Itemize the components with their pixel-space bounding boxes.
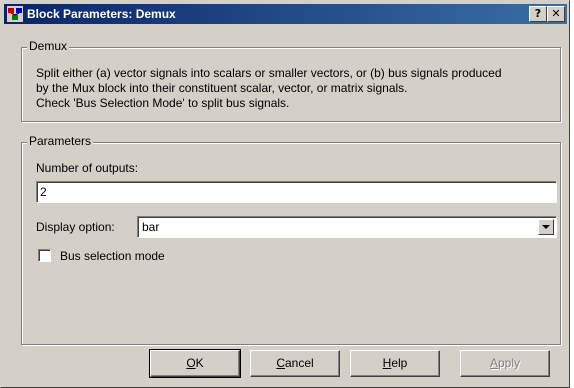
number-of-outputs-input[interactable]: 2	[36, 181, 557, 203]
apply-button[interactable]: Apply	[460, 350, 550, 377]
description-line: Split either (a) vector signals into sca…	[36, 66, 502, 80]
dialog-window: Block Parameters: Demux ? ✕ Demux Split …	[0, 0, 570, 388]
number-of-outputs-label: Number of outputs:	[36, 161, 139, 175]
simulink-block-icon	[7, 6, 23, 22]
context-help-button[interactable]: ?	[529, 6, 547, 22]
description-line: by the Mux block into their constituent …	[36, 81, 408, 95]
demux-group-legend: Demux	[27, 39, 70, 53]
block-description: Split either (a) vector signals into sca…	[36, 66, 556, 111]
description-line: Check 'Bus Selection Mode' to split bus …	[36, 96, 290, 110]
display-option-value: bar	[142, 220, 160, 234]
window-title: Block Parameters: Demux	[27, 7, 176, 21]
help-button-label: Help	[382, 356, 408, 370]
ok-button[interactable]: OK	[149, 349, 241, 378]
cancel-button-label: Cancel	[276, 356, 314, 370]
display-option-select[interactable]: bar	[137, 216, 557, 238]
bus-selection-label: Bus selection mode	[60, 249, 165, 263]
help-button[interactable]: Help	[350, 350, 440, 377]
ok-button-label: OK	[186, 356, 204, 370]
number-of-outputs-value: 2	[40, 185, 47, 199]
parameters-group-legend: Parameters	[27, 134, 94, 148]
close-icon: ✕	[551, 7, 561, 20]
display-option-label: Display option:	[36, 220, 115, 234]
apply-button-label: Apply	[489, 356, 521, 370]
cancel-button[interactable]: Cancel	[250, 350, 340, 377]
bus-selection-checkbox[interactable]	[38, 249, 51, 262]
title-bar[interactable]: Block Parameters: Demux ? ✕	[4, 4, 567, 24]
close-button[interactable]: ✕	[547, 6, 565, 22]
chevron-down-icon	[542, 225, 550, 229]
dropdown-button[interactable]	[538, 219, 554, 235]
